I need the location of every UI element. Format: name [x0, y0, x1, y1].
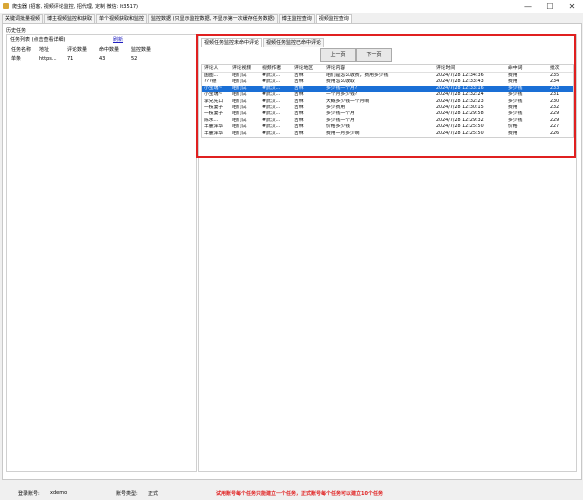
- status-bar: 登录账号: xdemo 账号类型: 正式 试用账号每个任务只能建立一个任务，正式…: [0, 482, 583, 500]
- col-monitor-count: 监控数量: [131, 47, 152, 53]
- account-type-label: 账号类型:: [116, 491, 138, 497]
- task-row[interactable]: 单条 https... 71 43 52: [11, 54, 163, 63]
- task-list-legend: 任务列表 (点击查看详细): [10, 37, 66, 43]
- comment-content-cell: 费用一月多少啊: [326, 130, 360, 136]
- refresh-link[interactable]: 刷新: [113, 36, 123, 43]
- comment-row[interactable]: 丰麓浑华 咱们试 #武汉... 吉林 费用一月多少啊 2024/7/28 12:25:50…: [202, 131, 573, 137]
- tab-missed-comments[interactable]: 视频任务监控未命中评论: [201, 38, 263, 47]
- tab-blogger-monitor[interactable]: 博主视频监控和获取: [44, 14, 96, 23]
- comment-keyword-cell: 费用: [508, 130, 518, 136]
- task-table: 任务名称 地址 评论数量 命中数量 监控数量 单条 https... 71 43…: [11, 45, 163, 63]
- col-batch: 批次: [550, 66, 560, 71]
- col-comment-count: 评论数量: [67, 47, 88, 53]
- col-hit-count: 命中数量: [99, 47, 120, 53]
- maximize-button[interactable]: ☐: [539, 0, 561, 13]
- history-label: 历史任务: [6, 28, 27, 34]
- window-title: 爬虫器 (招客, 视频评论监控, 招代理, 定制 微信: lt3517): [12, 4, 138, 10]
- tab-hit-comments[interactable]: 视频任务监控已命中评论: [263, 38, 325, 47]
- next-page-button[interactable]: 下一页: [356, 48, 392, 62]
- account-notice: 试用账号每个任务只能建立一个任务，正式账号每个任务可以建立10个任务: [216, 491, 383, 497]
- tab-keyword-batch[interactable]: 关键词批量视频: [2, 14, 44, 23]
- comment-tab-bar: 视频任务监控未命中评论 视频任务监控已命中评论: [201, 38, 325, 47]
- close-button[interactable]: ✕: [561, 0, 583, 13]
- comment-grid: 评论人 评论视频 视频作者 评论地区 评论内容 评论时间 命中词 批次 国图..…: [201, 64, 574, 138]
- col-video: 评论视频: [232, 66, 252, 71]
- task-list-panel: 任务列表 (点击查看详细) 刷新 任务名称 地址 评论数量 命中数量 监控数量 …: [6, 34, 197, 472]
- comment-video-cell: 咱们试: [232, 130, 247, 136]
- col-region: 评论地区: [294, 66, 314, 71]
- comment-region-cell: 吉林: [294, 130, 304, 136]
- main-tab-bar: 关键词批量视频 博主视频监控和获取 单个视频获取和监控 监控数据 (只显示监控数…: [2, 14, 353, 24]
- col-commenter: 评论人: [204, 66, 219, 71]
- account-label: 登录账号:: [18, 491, 40, 497]
- app-icon: [3, 3, 9, 9]
- comment-batch-cell: 226: [550, 130, 560, 136]
- minimize-button[interactable]: —: [517, 0, 539, 13]
- task-monitor-count-cell: 52: [131, 55, 138, 62]
- task-table-header: 任务名称 地址 评论数量 命中数量 监控数量: [11, 45, 163, 54]
- col-address: 地址: [39, 47, 50, 53]
- task-comment-count-cell: 71: [67, 55, 74, 62]
- col-author: 视频作者: [262, 66, 282, 71]
- tab-monitor-data[interactable]: 监控数据 (只显示监控数据, 不显示第一次缓存任务数据): [148, 14, 278, 23]
- account-type-value: 正式: [148, 491, 159, 497]
- prev-page-button[interactable]: 上一页: [320, 48, 356, 62]
- col-task-name: 任务名称: [11, 47, 32, 53]
- col-keyword: 命中词: [508, 66, 523, 71]
- comment-time-cell: 2024/7/28 12:25:50: [436, 130, 484, 136]
- tab-single-video[interactable]: 单个视频获取和监控: [96, 14, 148, 23]
- comment-grid-header: 评论人 评论视频 视频作者 评论地区 评论内容 评论时间 命中词 批次: [202, 65, 573, 73]
- account-value: xdemo: [50, 490, 68, 496]
- comment-author-cell: #武汉...: [262, 130, 281, 136]
- task-address-cell: https...: [39, 55, 57, 62]
- task-name-cell: 单条: [11, 56, 22, 62]
- task-hit-count-cell: 43: [99, 55, 106, 62]
- col-time: 评论时间: [436, 66, 456, 71]
- tab-blogger-query[interactable]: 博主监控查询: [278, 14, 315, 23]
- col-content: 评论内容: [326, 66, 346, 71]
- title-bar: 爬虫器 (招客, 视频评论监控, 招代理, 定制 微信: lt3517) — ☐…: [0, 0, 583, 13]
- comment-commenter-cell: 丰麓浑华: [204, 130, 224, 136]
